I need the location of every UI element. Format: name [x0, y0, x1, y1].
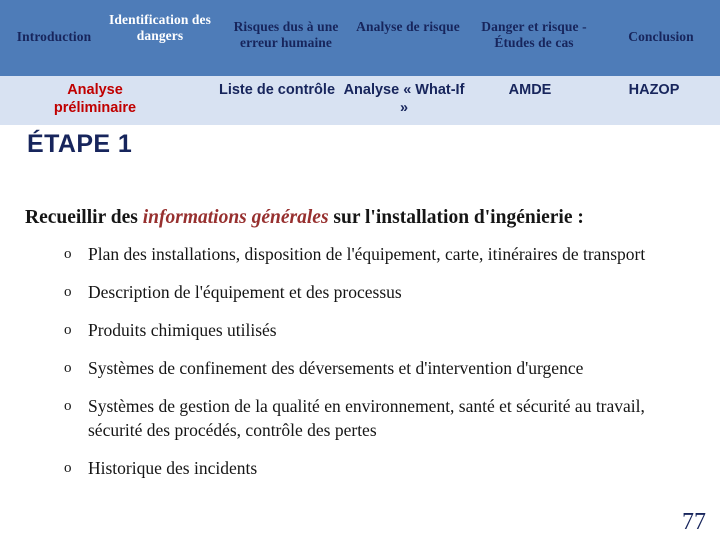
list-item-text: Systèmes de confinement des déversements…: [88, 358, 584, 378]
circle-bullet-icon: o: [64, 398, 72, 414]
nav-item-hazop[interactable]: HAZOP: [594, 81, 714, 99]
nav-item-danger-et-risque-etudes-de-cas[interactable]: Danger et risque - Études de cas: [462, 19, 606, 51]
primary-navigation-bar: Introduction Identification des dangers …: [0, 0, 720, 76]
list-item: o Systèmes de gestion de la qualité en en…: [0, 394, 720, 442]
list-item-text: Systèmes de gestion de la qualité en env…: [88, 396, 645, 440]
lead-emphasis: informations générales: [142, 206, 329, 228]
list-item: o Description de l'équipement et des proc…: [0, 280, 720, 304]
circle-bullet-icon: o: [64, 246, 72, 262]
nav-item-amde[interactable]: AMDE: [470, 81, 590, 99]
list-item: o Produits chimiques utilisés: [0, 318, 720, 342]
circle-bullet-icon: o: [64, 460, 72, 476]
circle-bullet-icon: o: [64, 322, 72, 338]
lead-text-before: Recueillir des: [25, 206, 143, 228]
page-number: 77: [682, 509, 706, 535]
lead-paragraph: Recueillir des informations générales su…: [25, 205, 685, 231]
list-item: o Plan des installations, disposition de …: [0, 242, 720, 266]
secondary-navigation-bar: Analyse préliminaire Liste de contrôle A…: [0, 76, 720, 125]
list-item-text: Plan des installations, disposition de l…: [88, 244, 646, 264]
nav-item-analyse-what-if[interactable]: Analyse « What-If »: [340, 81, 468, 117]
nav-item-risques-erreur-humaine[interactable]: Risques dus à une erreur humaine: [218, 19, 354, 51]
list-item: o Systèmes de confinement des déversement…: [0, 356, 720, 380]
circle-bullet-icon: o: [64, 284, 72, 300]
circle-bullet-icon: o: [64, 360, 72, 376]
nav-item-introduction[interactable]: Introduction: [2, 29, 106, 45]
lead-text-after: sur l'installation d'ingénierie :: [328, 206, 584, 228]
nav-item-conclusion[interactable]: Conclusion: [606, 29, 716, 45]
slide-title: ÉTAPE 1: [27, 130, 133, 158]
nav-item-analyse-preliminaire[interactable]: Analyse préliminaire: [26, 81, 164, 117]
nav-item-analyse-de-risque[interactable]: Analyse de risque: [356, 19, 460, 35]
nav-item-liste-de-controle[interactable]: Liste de contrôle: [210, 81, 344, 99]
list-item-text: Produits chimiques utilisés: [88, 320, 277, 340]
list-item-text: Historique des incidents: [88, 458, 258, 478]
nav-item-identification-des-dangers[interactable]: Identification des dangers: [106, 12, 214, 44]
list-item: o Historique des incidents: [0, 456, 720, 480]
information-bullet-list: o Plan des installations, disposition de …: [0, 242, 720, 494]
list-item-text: Description de l'équipement et des proce…: [88, 282, 402, 302]
